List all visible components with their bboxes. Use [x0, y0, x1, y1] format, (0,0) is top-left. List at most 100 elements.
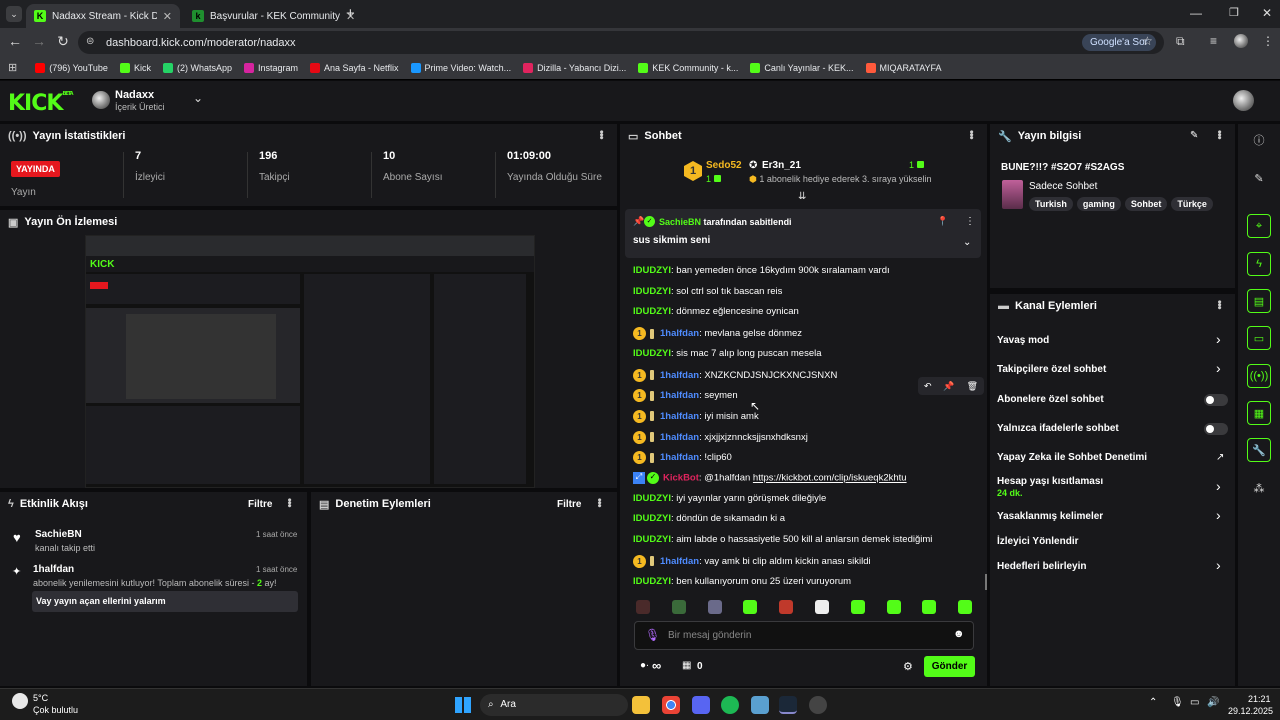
channel-switch-chevron-icon[interactable]: ⌄ [193, 91, 203, 105]
gifter-name[interactable]: Sedo52 [706, 160, 742, 171]
chat-message[interactable]: IDUDZYI: ban yemeden önce 16kydım 900k s… [633, 265, 890, 276]
send-button[interactable]: Gönder [924, 656, 975, 677]
emote-icon[interactable] [671, 600, 686, 614]
chat-username[interactable]: 1halfdan [660, 432, 699, 443]
file-explorer-icon[interactable] [632, 696, 650, 714]
kick-logo[interactable]: KICKBETA [8, 91, 74, 116]
chat-message[interactable]: IDUDZYI: aim labde o hassasiyetle 500 ki… [633, 534, 932, 545]
broadcast-icon[interactable]: ((•)) [1247, 364, 1271, 388]
bookmark-item[interactable]: (796) YouTube [35, 62, 108, 73]
volume-icon[interactable]: 🔊 [1207, 697, 1219, 708]
channel-avatar[interactable] [92, 91, 110, 109]
activity-user[interactable]: 1halfdan [33, 564, 74, 575]
slow-mode-chevron-icon[interactable]: › [1216, 331, 1222, 347]
browser-tab-kick[interactable]: K Nadaxx Stream - Kick Dashboard ✕ [26, 4, 180, 28]
channel-actions-menu-icon[interactable]: ••• [1213, 300, 1225, 309]
media-icon[interactable]: ≡ [1210, 34, 1217, 48]
chat-message[interactable]: 1 1halfdan: xjxjjxjznncksjjsnxhdksnxj [633, 430, 808, 444]
emote-icon[interactable] [922, 600, 937, 614]
moderation-filter-button[interactable]: Filtre [557, 499, 581, 510]
bookmark-item[interactable]: Dizilla - Yabancı Dizi... [523, 62, 626, 73]
maximize-icon[interactable]: ❐ [1229, 6, 1239, 19]
stream-preview-video[interactable]: KICK [85, 235, 535, 488]
pinned-message[interactable]: 📌 ✓ SachieBN tarafından sabitlendi sus s… [625, 209, 981, 258]
bookmark-item[interactable]: Ana Sayfa - Netflix [310, 62, 399, 73]
followers-only-row[interactable]: Takipçilere özel sohbet [997, 364, 1106, 375]
chat-message[interactable]: IDUDZYI: sol ctrl sol tık bascan reis [633, 286, 782, 297]
edit-pencil-icon[interactable]: ✎ [1190, 130, 1198, 141]
address-bar[interactable]: ⊜ dashboard.kick.com/moderator/nadaxx Go… [78, 31, 1164, 54]
chat-icon[interactable]: ▭ [1247, 326, 1271, 350]
bookmark-item[interactable]: Prime Video: Watch... [410, 62, 511, 73]
category-name[interactable]: Sadece Sohbet [1029, 181, 1097, 192]
chat-message[interactable]: IDUDZYI: ben kullanıyorum onu 25 üzeri v… [633, 576, 851, 587]
set-goals-chevron-icon[interactable]: › [1216, 557, 1222, 573]
followers-only-chevron-icon[interactable]: › [1216, 360, 1222, 376]
tag[interactable]: Sohbet [1124, 197, 1168, 211]
apps-grid-icon[interactable]: ⊞ [8, 61, 17, 74]
chat-username[interactable]: IDUDZYI [633, 576, 671, 587]
bookmark-item[interactable]: Instagram [243, 62, 298, 73]
clock-date[interactable]: 29.12.2025 [1228, 706, 1273, 716]
chat-message[interactable]: 1 1halfdan: vay amk bi clip aldım kickin … [633, 554, 871, 568]
reload-icon[interactable]: ↻ [54, 33, 72, 50]
profile-avatar[interactable] [1234, 34, 1248, 48]
chat-message[interactable]: IDUDZYI: sis mac 7 alıp long puscan mese… [633, 348, 822, 359]
emote-icon[interactable] [886, 600, 901, 614]
subs-only-toggle[interactable] [1204, 394, 1228, 406]
account-age-chevron-icon[interactable]: › [1216, 478, 1222, 494]
site-info-icon[interactable]: ⊜ [86, 36, 94, 47]
chat-username[interactable]: 1halfdan [660, 452, 699, 463]
moderation-menu-icon[interactable]: ••• [593, 498, 605, 507]
pinned-menu-icon[interactable]: ⋮ [965, 216, 975, 227]
clip-icon[interactable]: ⌖ [1247, 214, 1271, 238]
tools-icon[interactable]: 🔧 [1247, 438, 1271, 462]
activity-menu-icon[interactable]: ••• [283, 498, 295, 507]
chat-username[interactable]: IDUDZYI [633, 286, 671, 297]
chat-link[interactable]: https://kickbot.com/clip/iskueqk2khtu [753, 473, 907, 484]
banned-words-row[interactable]: Yasaklanmış kelimeler [997, 511, 1103, 522]
account-age-row[interactable]: Hesap yaşı kısıtlaması [997, 476, 1103, 487]
stats-menu-icon[interactable]: ••• [595, 130, 607, 139]
chat-username[interactable]: KickBot [663, 473, 699, 484]
bookmark-item[interactable]: Canlı Yayınlar - KEK... [750, 62, 854, 73]
chat-message[interactable]: 1 1halfdan: mevlana gelse dönmez [633, 327, 802, 341]
chat-message[interactable]: IDUDZYI: dönmez eğlencesine oynican [633, 306, 799, 317]
chat-username[interactable]: IDUDZYI [633, 534, 671, 545]
spotify-icon[interactable] [721, 696, 739, 714]
channel-name[interactable]: Nadaxx [115, 89, 154, 101]
chat-menu-icon[interactable]: ••• [965, 130, 977, 139]
document-icon[interactable]: ▤ [1247, 289, 1271, 313]
chat-scrollbar[interactable] [985, 574, 987, 590]
extensions-icon[interactable]: ⧉ [1176, 34, 1185, 49]
expand-leaderboard-icon[interactable]: ⇊ [798, 191, 806, 202]
emotes-only-toggle[interactable] [1204, 423, 1228, 435]
microphone-icon[interactable]: 🎙 [645, 628, 660, 642]
lightning-icon[interactable]: ϟ [1247, 252, 1271, 276]
clock-time[interactable]: 21:21 [1248, 694, 1271, 704]
chat-message[interactable]: IDUDZYI: iyi yayınlar yarın görüşmek dil… [633, 493, 826, 504]
chat-username[interactable]: IDUDZYI [633, 493, 671, 504]
chat-message[interactable]: 1 1halfdan: !clip60 [633, 451, 732, 465]
chat-username[interactable]: 1halfdan [660, 370, 699, 381]
gifter2-name[interactable]: Er3n_21 [762, 160, 801, 171]
chat-username[interactable]: 1halfdan [660, 411, 699, 422]
edit-icon[interactable]: ✎ [1247, 166, 1271, 190]
chat-message[interactable]: 1 1halfdan: iyi misin amk [633, 409, 759, 423]
info-icon[interactable]: ⓘ [1247, 128, 1271, 152]
emote-icon[interactable] [707, 600, 722, 614]
chat-settings-gear-icon[interactable]: ⚙ [903, 660, 913, 673]
activity-filter-button[interactable]: Filtre [248, 499, 272, 510]
tag[interactable]: Turkish [1029, 197, 1073, 211]
chat-username[interactable]: 1halfdan [660, 328, 699, 339]
back-icon[interactable]: ← [6, 33, 24, 49]
emote-icon[interactable] [815, 600, 829, 614]
chat-username[interactable]: IDUDZYI [633, 265, 671, 276]
tag[interactable]: Türkçe [1171, 197, 1213, 211]
start-windows-icon[interactable] [455, 697, 471, 713]
browser-tab-kek[interactable]: k Başvurular - KEK Community ✕ [184, 4, 355, 28]
external-link-icon[interactable]: ↗ [1216, 452, 1224, 463]
emote-icon[interactable] [850, 600, 865, 614]
activity-user[interactable]: SachieBN [35, 529, 82, 540]
customize-icon[interactable]: ⁂ [1247, 476, 1271, 500]
